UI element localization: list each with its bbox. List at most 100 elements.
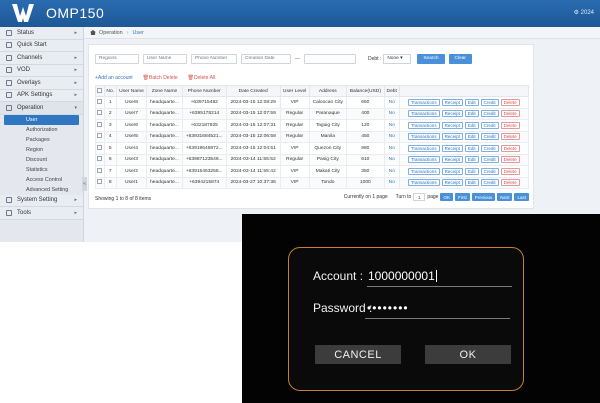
row-credit-button[interactable]: Credit bbox=[480, 179, 499, 187]
sidebar-subitem-packages[interactable]: Packages bbox=[0, 135, 83, 145]
row-credit-button[interactable]: Credit bbox=[480, 144, 499, 152]
row-checkbox[interactable] bbox=[97, 156, 103, 162]
table-cell: headquarte... bbox=[146, 176, 183, 189]
previous-page-button[interactable]: Previous bbox=[471, 193, 496, 201]
sidebar-subitem-statistics[interactable]: Statistics bbox=[0, 165, 83, 175]
row-receipt-button[interactable]: Receipt bbox=[441, 121, 463, 129]
row-transactions-button[interactable]: Transactions bbox=[407, 144, 440, 152]
row-checkbox[interactable] bbox=[97, 179, 103, 185]
column-header: Date Created bbox=[225, 85, 281, 97]
search-button[interactable]: Search bbox=[417, 53, 445, 64]
row-delete-button[interactable]: Delete bbox=[500, 110, 520, 118]
row-credit-button[interactable]: Credit bbox=[480, 98, 499, 106]
regions-input[interactable] bbox=[95, 53, 139, 64]
row-credit-button[interactable]: Credit bbox=[480, 156, 499, 164]
row-edit-button[interactable]: Edit bbox=[464, 110, 479, 118]
row-edit-button[interactable]: Edit bbox=[464, 156, 479, 164]
clear-button[interactable]: Clear bbox=[448, 53, 473, 64]
page-number-input[interactable]: 1 bbox=[413, 193, 426, 201]
sidebar-subitem-advanced-setting[interactable]: Advanced Setting bbox=[0, 185, 83, 195]
row-transactions-button[interactable]: Transactions bbox=[407, 179, 440, 187]
select-all-checkbox[interactable] bbox=[97, 87, 103, 93]
sidebar-subitem-authorization[interactable]: Authorization bbox=[0, 125, 83, 135]
password-input[interactable]: •••••••• bbox=[367, 301, 409, 315]
breadcrumb-section[interactable]: Operation bbox=[99, 30, 123, 36]
sidebar-item-vod[interactable]: VOD ▸ bbox=[0, 64, 83, 77]
creation-date-to-input[interactable] bbox=[304, 53, 356, 64]
row-credit-button[interactable]: Credit bbox=[480, 110, 499, 118]
row-credit-button[interactable]: Credit bbox=[480, 133, 499, 141]
sidebar-item-apk-settings[interactable]: APK Settings ▸ bbox=[0, 89, 83, 102]
row-delete-button[interactable]: Delete bbox=[500, 121, 520, 129]
sidebar-subitem-region[interactable]: Region bbox=[0, 145, 83, 155]
row-checkbox[interactable] bbox=[97, 110, 103, 116]
sidebar-item-quick-start[interactable]: Quick Start bbox=[0, 39, 83, 52]
row-actions-cell: Transactions Receipt Edit Credit Delete bbox=[398, 96, 530, 109]
row-transactions-button[interactable]: Transactions bbox=[407, 110, 440, 118]
sidebar-subitem-user[interactable]: User bbox=[4, 114, 79, 125]
row-receipt-button[interactable]: Receipt bbox=[441, 167, 463, 175]
username-input[interactable] bbox=[143, 53, 187, 64]
sidebar-item-channels[interactable]: Channels ▸ bbox=[0, 52, 83, 65]
cancel-button[interactable]: CANCEL bbox=[315, 345, 401, 364]
row-edit-button[interactable]: Edit bbox=[464, 98, 479, 106]
row-checkbox[interactable] bbox=[97, 98, 103, 104]
row-credit-button[interactable]: Credit bbox=[480, 167, 499, 175]
row-delete-button[interactable]: Delete bbox=[500, 156, 520, 164]
table-cell: User6 bbox=[115, 119, 148, 132]
first-page-button[interactable]: First bbox=[454, 193, 470, 201]
row-edit-button[interactable]: Edit bbox=[464, 121, 479, 129]
sidebar-item-icon bbox=[6, 54, 12, 61]
row-edit-button[interactable]: Edit bbox=[464, 144, 479, 152]
row-checkbox[interactable] bbox=[97, 121, 103, 127]
sidebar-subitem-discount[interactable]: Discount bbox=[0, 155, 83, 165]
row-receipt-button[interactable]: Receipt bbox=[441, 144, 463, 152]
home-icon[interactable] bbox=[90, 30, 96, 35]
table-cell: 5 bbox=[103, 142, 117, 155]
sidebar-collapse-handle[interactable]: « bbox=[82, 177, 87, 191]
row-edit-button[interactable]: Edit bbox=[464, 167, 479, 175]
row-transactions-button[interactable]: Transactions bbox=[407, 133, 440, 141]
table-cell: +6394215874 bbox=[181, 176, 227, 189]
delete-all-link[interactable]: 🗑Delete All bbox=[188, 75, 215, 81]
table-row: 3 User6 headquarte... +632187925 2024-03-15 … bbox=[95, 119, 530, 132]
row-delete-button[interactable]: Delete bbox=[500, 144, 520, 152]
row-receipt-button[interactable]: Receipt bbox=[441, 156, 463, 164]
row-credit-button[interactable]: Credit bbox=[480, 121, 499, 129]
phone-input[interactable] bbox=[191, 53, 237, 64]
row-transactions-button[interactable]: Transactions bbox=[407, 167, 440, 175]
row-receipt-button[interactable]: Receipt bbox=[441, 110, 463, 118]
creation-date-from-input[interactable] bbox=[241, 53, 291, 64]
ok-button[interactable]: OK bbox=[425, 345, 511, 364]
row-receipt-button[interactable]: Receipt bbox=[441, 98, 463, 106]
row-delete-button[interactable]: Delete bbox=[500, 179, 520, 187]
row-receipt-button[interactable]: Receipt bbox=[441, 133, 463, 141]
sidebar-subitem-access-control[interactable]: Access Control bbox=[0, 175, 83, 185]
row-checkbox[interactable] bbox=[97, 167, 103, 173]
add-account-link[interactable]: +Add an account bbox=[95, 75, 133, 81]
table-row: 7 User2 headquarte... +63915463258... 2024-0… bbox=[95, 165, 530, 178]
page-ok-button[interactable]: OK bbox=[440, 193, 453, 201]
row-checkbox[interactable] bbox=[97, 133, 103, 139]
row-edit-button[interactable]: Edit bbox=[464, 133, 479, 141]
row-receipt-button[interactable]: Receipt bbox=[441, 179, 463, 187]
row-transactions-button[interactable]: Transactions bbox=[407, 121, 440, 129]
row-transactions-button[interactable]: Transactions bbox=[407, 98, 440, 106]
sidebar-item-tools[interactable]: Tools ▸ bbox=[0, 207, 83, 220]
row-delete-button[interactable]: Delete bbox=[500, 167, 520, 175]
sidebar-item-overlays[interactable]: Overlays ▸ bbox=[0, 77, 83, 90]
batch-delete-link[interactable]: 🗑Batch Delete bbox=[143, 75, 178, 81]
row-edit-button[interactable]: Edit bbox=[464, 179, 479, 187]
next-page-button[interactable]: Next bbox=[497, 193, 513, 201]
row-delete-button[interactable]: Delete bbox=[500, 133, 520, 141]
row-transactions-button[interactable]: Transactions bbox=[407, 156, 440, 164]
debt-select[interactable]: None ▾ bbox=[383, 53, 412, 64]
account-input[interactable]: 1000000001 bbox=[368, 269, 437, 283]
sidebar-item-status[interactable]: Status ▸ bbox=[0, 27, 83, 40]
row-delete-button[interactable]: Delete bbox=[500, 98, 520, 106]
table-cell: headquarte... bbox=[146, 153, 183, 166]
sidebar-item-operation[interactable]: Operation ▾ bbox=[0, 102, 83, 115]
row-checkbox[interactable] bbox=[97, 144, 103, 150]
last-page-button[interactable]: Last bbox=[514, 193, 529, 201]
sidebar-item-system-setting[interactable]: System Setting ▸ bbox=[0, 194, 83, 207]
